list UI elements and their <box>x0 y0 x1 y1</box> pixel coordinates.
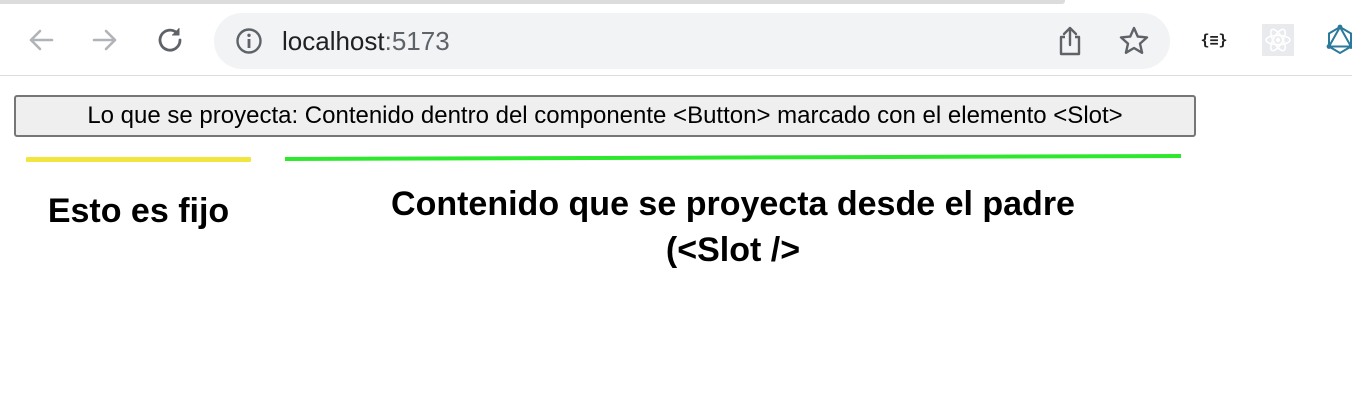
address-bar[interactable]: localhost:5173 <box>214 13 1170 69</box>
info-icon[interactable] <box>234 26 264 56</box>
green-marker-line <box>285 154 1181 161</box>
forward-button[interactable] <box>88 23 122 57</box>
reload-icon <box>158 28 182 52</box>
star-icon[interactable] <box>1118 25 1150 57</box>
back-button[interactable] <box>24 23 58 57</box>
reload-button[interactable] <box>153 23 187 57</box>
yellow-marker-line <box>26 157 251 162</box>
react-logo <box>1265 28 1291 52</box>
url-text[interactable]: localhost:5173 <box>282 26 450 56</box>
react-icon[interactable] <box>1262 24 1294 56</box>
fixed-content-label: Esto es fijo <box>47 192 230 230</box>
slot-content-label: Contenido que se proyecta desde el padre… <box>391 185 1075 269</box>
page-content: Lo que se proyecta: Contenido dentro del… <box>0 77 1352 404</box>
url-port: :5173 <box>384 26 450 56</box>
url-host: localhost <box>282 26 385 56</box>
forward-arrow-icon <box>92 29 117 51</box>
graphql-icon[interactable] <box>1324 24 1352 56</box>
share-icon[interactable] <box>1056 25 1084 57</box>
browser-toolbar: localhost:5173 {≡} <box>0 4 1352 76</box>
back-arrow-icon <box>29 29 54 51</box>
projected-button[interactable]: Lo que se proyecta: Contenido dentro del… <box>14 95 1196 137</box>
json-viewer-extension-icon[interactable]: {≡} <box>1196 26 1232 54</box>
